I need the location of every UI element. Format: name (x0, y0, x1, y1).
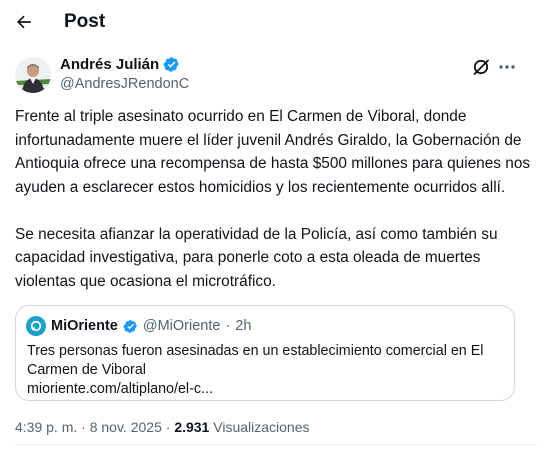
avatar[interactable] (15, 57, 51, 93)
quoted-post-text: Tres personas fueron asesinadas en un es… (27, 343, 484, 378)
quoted-timestamp: 2h (235, 318, 252, 334)
author-name-text: Andrés Julián (60, 56, 160, 73)
back-button[interactable] (10, 8, 38, 36)
post-date[interactable]: 8 nov. 2025 (90, 419, 162, 435)
meta-separator: · (81, 419, 86, 435)
quoted-author-handle: @MiOriente (142, 318, 221, 334)
verified-badge-icon (163, 57, 179, 72)
page-title: Post (64, 11, 106, 32)
quoted-avatar (26, 316, 46, 336)
more-dots-icon (499, 65, 515, 69)
tweet-text: Frente al triple asesinato ocurrido en E… (15, 105, 535, 317)
mioriente-logo-icon (30, 320, 42, 332)
top-bar: Post (0, 0, 552, 46)
quoted-post-body: Tres personas fueron asesinadas en un es… (27, 342, 507, 399)
grok-icon (473, 59, 489, 75)
quoted-separator: · (225, 318, 231, 334)
quoted-author-name: MiOriente (51, 318, 118, 334)
meta-separator: · (165, 419, 171, 435)
quoted-post-header: MiOriente @MiOriente · 2h (26, 316, 251, 336)
verified-badge-icon (123, 319, 137, 333)
quoted-post-card[interactable]: MiOriente @MiOriente · 2h Tres personas … (15, 305, 515, 401)
divider (15, 444, 537, 445)
author-handle[interactable]: @AndresJRendonC (60, 76, 189, 92)
arrow-left-icon (16, 15, 31, 29)
tweet-paragraph-2: Se necesita afianzar la operatividad de … (15, 225, 498, 290)
grok-button[interactable] (471, 57, 491, 77)
more-options-button[interactable] (496, 57, 518, 77)
tweet-paragraph-1: Frente al triple asesinato ocurrido en E… (15, 108, 531, 196)
quoted-post-link[interactable]: mioriente.com/altiplano/el-c... (27, 380, 507, 399)
author-photo (15, 57, 51, 93)
views-count: 2.931 (174, 419, 210, 435)
views-label: Visualizaciones (213, 419, 310, 435)
post-metadata: 4:39 p. m. · 8 nov. 2025 · 2.931 Visuali… (15, 419, 310, 435)
author-name[interactable]: Andrés Julián (60, 56, 180, 73)
post-time[interactable]: 4:39 p. m. (15, 419, 77, 435)
